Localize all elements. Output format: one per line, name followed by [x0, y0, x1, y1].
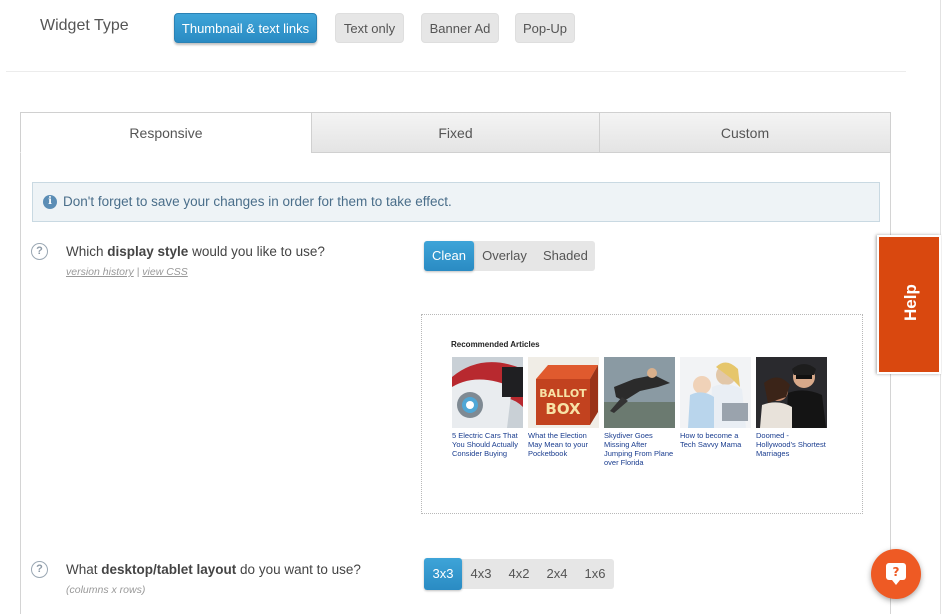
tab-responsive[interactable]: Responsive [20, 112, 312, 153]
question-emphasis: desktop/tablet layout [101, 562, 237, 577]
chat-icon: ? [886, 563, 906, 585]
style-shaded-button[interactable]: Shaded [535, 241, 595, 271]
layout-subtitle: (columns x rows) [66, 584, 146, 596]
ballot-text-2: BOX [545, 400, 581, 418]
question-text: do you want to use? [236, 562, 361, 577]
article-caption-4[interactable]: How to become a Tech Savvy Mama [680, 431, 753, 449]
question-emphasis: display style [107, 244, 189, 259]
article-caption-3[interactable]: Skydiver Goes Missing After Jumping From… [604, 431, 677, 467]
save-reminder-text: Don't forget to save your changes in ord… [63, 194, 452, 209]
layout-3x3-button[interactable]: 3x3 [424, 558, 462, 590]
layout-selector: 3x3 4x3 4x2 2x4 1x6 [424, 558, 614, 590]
info-icon: i [43, 195, 57, 209]
link-separator: | [136, 266, 140, 278]
widget-type-banner-ad-button[interactable]: Banner Ad [421, 13, 499, 43]
display-style-selector: Clean Overlay Shaded [424, 241, 595, 271]
layout-question: What desktop/tablet layout do you want t… [66, 562, 361, 577]
article-caption-5[interactable]: Doomed - Hollywood's Shortest Marriages [756, 431, 829, 458]
question-text: What [66, 562, 102, 577]
question-help-icon[interactable]: ? [31, 561, 48, 578]
preview-title: Recommended Articles [451, 340, 540, 349]
layout-2x4-button[interactable]: 2x4 [538, 559, 576, 589]
layout-4x2-button[interactable]: 4x2 [500, 559, 538, 589]
display-style-links: version history | view CSS [66, 266, 188, 278]
article-thumbnail-1[interactable] [452, 357, 523, 428]
style-clean-button[interactable]: Clean [424, 241, 474, 271]
article-caption-2[interactable]: What the Election May Mean to your Pocke… [528, 431, 601, 458]
tabs-divider [311, 152, 891, 153]
view-css-link[interactable]: view CSS [142, 266, 188, 278]
question-text: Which [66, 244, 108, 259]
chat-icon-glyph: ? [893, 565, 900, 579]
layout-4x3-button[interactable]: 4x3 [462, 559, 500, 589]
question-help-icon[interactable]: ? [31, 243, 48, 260]
widget-type-popup-button[interactable]: Pop-Up [515, 13, 575, 43]
display-style-question: Which display style would you like to us… [66, 244, 325, 259]
article-thumbnail-2[interactable]: BALLOT BOX [528, 357, 599, 428]
save-reminder-banner: i Don't forget to save your changes in o… [32, 182, 880, 222]
version-history-link[interactable]: version history [66, 266, 134, 278]
widget-type-thumbnail-button[interactable]: Thumbnail & text links [174, 13, 317, 43]
article-caption-1[interactable]: 5 Electric Cars That You Should Actually… [452, 431, 525, 458]
tab-fixed[interactable]: Fixed [311, 112, 600, 153]
section-divider [6, 71, 906, 72]
help-tab[interactable]: Help [877, 235, 941, 374]
widget-type-text-only-button[interactable]: Text only [335, 13, 404, 43]
chat-button[interactable]: ? [871, 549, 921, 599]
layout-1x6-button[interactable]: 1x6 [576, 559, 614, 589]
article-thumbnail-3[interactable] [604, 357, 675, 428]
article-thumbnail-5[interactable] [756, 357, 827, 428]
article-thumbnail-4[interactable] [680, 357, 751, 428]
widget-type-label: Widget Type [40, 17, 129, 34]
help-label: Help [901, 284, 920, 321]
style-overlay-button[interactable]: Overlay [474, 241, 535, 271]
ballot-text-1: BALLOT [539, 387, 587, 400]
tab-custom[interactable]: Custom [599, 112, 891, 153]
question-text: would you like to use? [188, 244, 325, 259]
